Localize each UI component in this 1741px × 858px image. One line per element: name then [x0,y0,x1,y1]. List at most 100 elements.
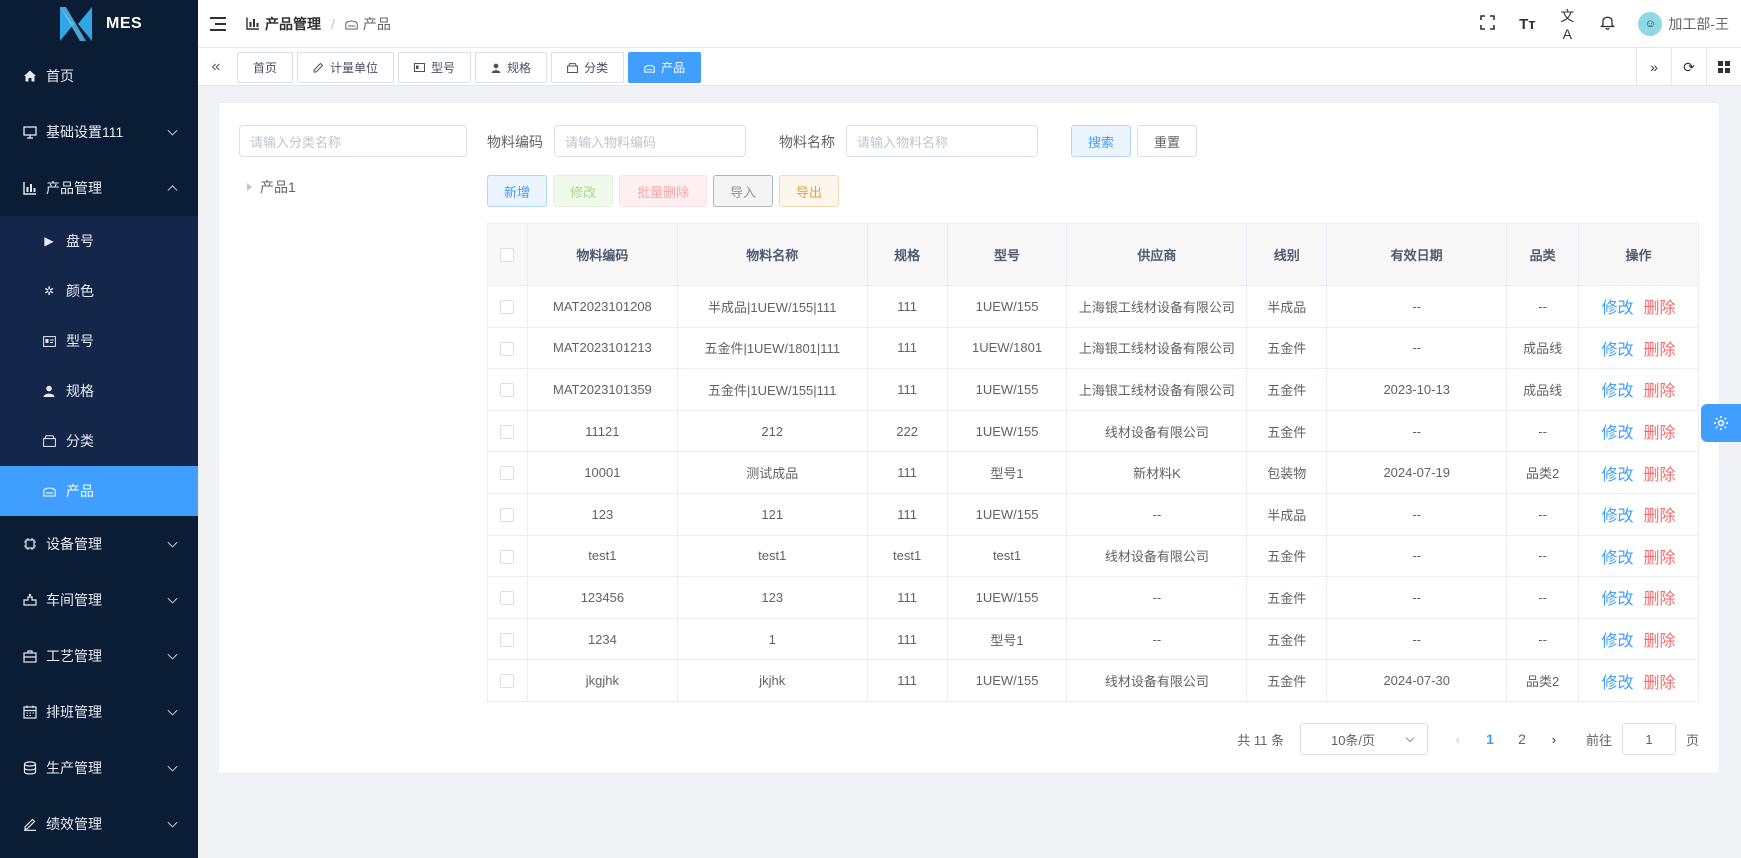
menu-item-product-management[interactable]: 产品管理 [0,160,198,216]
table-row[interactable]: 11121 212 222 1UEW/155 线材设备有限公司 五金件 -- -- 修改 删除 [487,409,1699,453]
row-delete-link[interactable]: 删除 [1644,383,1676,400]
tag-model[interactable]: 型号 [398,52,472,83]
bell-icon[interactable] [1598,14,1616,34]
menu-item-performance[interactable]: 绩效管理 [0,796,198,852]
select-all-checkbox[interactable] [487,223,528,286]
export-button[interactable]: 导出 [779,175,839,207]
settings-gear-icon[interactable] [1701,404,1741,442]
reset-button[interactable]: 重置 [1137,125,1197,157]
cell-code[interactable]: 123 [526,492,678,536]
tag-home[interactable]: 首页 [237,52,294,83]
cell-code[interactable]: 123456 [526,576,678,619]
cell-code[interactable]: 10001 [526,451,678,494]
menu-item-process[interactable]: 工艺管理 [0,628,198,684]
row-delete-link[interactable]: 删除 [1644,591,1676,608]
menu-item-production[interactable]: 生产管理 [0,740,198,796]
row-delete-link[interactable]: 删除 [1644,675,1676,692]
row-delete-link[interactable]: 删除 [1644,300,1676,317]
row-edit-link[interactable]: 修改 [1602,550,1634,567]
tag-spec[interactable]: 规格 [475,52,548,83]
cell-code[interactable]: MAT2023101208 [526,285,678,328]
table-row[interactable]: 1234 1 111 型号1 -- 五金件 -- -- 修改 删除 [487,617,1699,661]
submenu-item-reel[interactable]: ▶ 盘号 [0,216,198,266]
tag-category[interactable]: 分类 [551,52,625,83]
row-checkbox[interactable] [487,326,528,370]
row-edit-link[interactable]: 修改 [1602,342,1634,359]
cell-code[interactable]: 11121 [526,409,678,453]
tree-node[interactable]: 产品1 [247,177,296,197]
cell-code[interactable]: MAT2023101213 [526,326,678,370]
row-edit-link[interactable]: 修改 [1602,675,1634,692]
table-row[interactable]: 123456 123 111 1UEW/155 -- 五金件 -- -- 修改 删除 [487,576,1699,619]
goto-page-input[interactable]: 1 [1621,723,1676,755]
cell-code[interactable]: jkgjhk [526,659,678,702]
breadcrumb-parent[interactable]: 产品管理 [246,14,321,34]
menu-item-equipment[interactable]: 设备管理 [0,516,198,572]
table-row[interactable]: MAT2023101359 五金件|1UEW/155|111 111 1UEW/155… [487,368,1699,411]
material-name-input[interactable]: 请输入物料名称 [846,125,1038,157]
row-checkbox[interactable] [487,451,528,494]
row-edit-link[interactable]: 修改 [1602,300,1634,317]
font-size-icon[interactable]: Tт [1518,16,1536,33]
tag-unit[interactable]: 计量单位 [297,52,395,83]
row-checkbox[interactable] [487,659,528,702]
cell-code[interactable]: 1234 [526,617,678,661]
scroll-left-icon[interactable]: « [198,48,234,86]
hamburger-icon[interactable] [210,16,226,31]
add-button[interactable]: 新增 [487,175,547,207]
row-checkbox[interactable] [487,534,528,578]
batch-delete-button[interactable]: 批量删除 [619,175,707,207]
page-number[interactable]: 2 [1506,731,1538,747]
material-code-input[interactable]: 请输入物料编码 [554,125,746,157]
cell-code[interactable]: test1 [526,534,678,578]
refresh-icon[interactable]: ⟳ [1671,48,1706,86]
row-edit-link[interactable]: 修改 [1602,383,1634,400]
submenu-item-product[interactable]: 产品 [0,466,198,516]
import-button[interactable]: 导入 [713,175,773,207]
logo[interactable]: MES [0,0,198,48]
table-row[interactable]: test1 test1 test1 test1 线材设备有限公司 五金件 -- -- 修改 删除 [487,534,1699,578]
row-delete-link[interactable]: 删除 [1644,342,1676,359]
edit-button[interactable]: 修改 [553,175,613,207]
translate-icon[interactable]: 文A [1558,6,1576,42]
row-delete-link[interactable]: 删除 [1644,633,1676,650]
row-edit-link[interactable]: 修改 [1602,633,1634,650]
row-delete-link[interactable]: 删除 [1644,550,1676,567]
page-number[interactable]: 1 [1474,731,1506,747]
row-delete-link[interactable]: 删除 [1644,425,1676,442]
table-row[interactable]: jkgjhk jkjhk 111 1UEW/155 线材设备有限公司 五金件 2024-07… [487,659,1699,702]
table-row[interactable]: 10001 测试成品 111 型号1 新材料K 包装物 2024-07-19 品类2 修改 删除 [487,451,1699,494]
fullscreen-icon[interactable] [1478,14,1496,34]
row-edit-link[interactable]: 修改 [1602,425,1634,442]
row-checkbox[interactable] [487,617,528,661]
page-size-select[interactable]: 10条/页 [1299,723,1428,755]
menu-item-home[interactable]: 首页 [0,48,198,104]
row-edit-link[interactable]: 修改 [1602,591,1634,608]
row-checkbox[interactable] [487,368,528,411]
row-delete-link[interactable]: 删除 [1644,508,1676,525]
submenu-item-model[interactable]: 型号 [0,316,198,366]
table-row[interactable]: MAT2023101213 五金件|1UEW/1801|111 111 1UEW/18… [487,326,1699,370]
submenu-item-category[interactable]: 分类 [0,416,198,466]
row-edit-link[interactable]: 修改 [1602,467,1634,484]
menu-item-schedule[interactable]: 排班管理 [0,684,198,740]
submenu-item-spec[interactable]: 规格 [0,366,198,416]
menu-item-workshop[interactable]: 车间管理 [0,572,198,628]
table-row[interactable]: MAT2023101208 半成品|1UEW/155|111 111 1UEW/155… [487,285,1699,328]
table-row[interactable]: 123 121 111 1UEW/155 -- 半成品 -- -- 修改 删除 [487,492,1699,536]
search-button[interactable]: 搜索 [1071,125,1131,157]
row-checkbox[interactable] [487,492,528,536]
menu-item-basic-settings[interactable]: 基础设置111 [0,104,198,160]
grid-icon[interactable] [1706,48,1741,86]
submenu-item-color[interactable]: ✲ 颜色 [0,266,198,316]
row-checkbox[interactable] [487,576,528,619]
scroll-right-icon[interactable]: » [1636,48,1671,86]
row-checkbox[interactable] [487,285,528,328]
row-edit-link[interactable]: 修改 [1602,508,1634,525]
category-search-input[interactable]: 请输入分类名称 [239,125,467,157]
next-page-icon[interactable]: › [1538,732,1570,747]
tag-product[interactable]: 产品 [628,52,702,83]
row-checkbox[interactable] [487,409,528,453]
prev-page-icon[interactable]: ‹ [1442,732,1474,747]
row-delete-link[interactable]: 删除 [1644,467,1676,484]
